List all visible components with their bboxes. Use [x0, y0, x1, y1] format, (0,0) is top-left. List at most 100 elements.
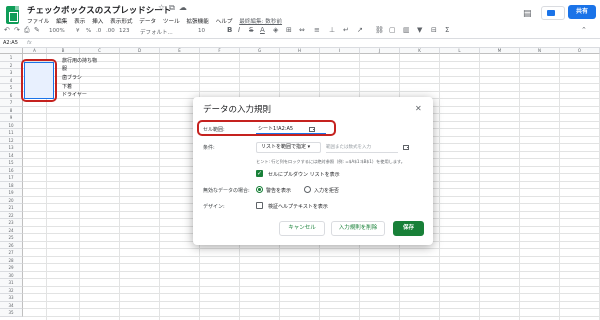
row-header-25[interactable]: 25: [0, 234, 23, 242]
row-header-23[interactable]: 23: [0, 219, 23, 227]
select-criteria-range-icon[interactable]: [403, 145, 409, 150]
redo-icon[interactable]: ↷: [14, 26, 20, 34]
column-header-e[interactable]: E: [160, 48, 200, 54]
radio-reject-input[interactable]: [304, 186, 311, 193]
row-header-20[interactable]: 20: [0, 196, 23, 204]
move-icon[interactable]: ⧉: [169, 3, 179, 12]
delete-rule-button[interactable]: 入力規則を削除: [331, 221, 385, 236]
cell-b2[interactable]: 服: [62, 65, 67, 72]
row-header-17[interactable]: 17: [0, 174, 23, 182]
row-header-14[interactable]: 14: [0, 151, 23, 159]
row-header-26[interactable]: 26: [0, 241, 23, 249]
row-header-1[interactable]: 1: [0, 54, 23, 62]
link-icon[interactable]: ⛓: [375, 26, 384, 34]
column-header-l[interactable]: L: [440, 48, 480, 54]
criteria-select[interactable]: リストを範囲で指定 ▾: [256, 142, 321, 153]
comment-history-icon[interactable]: ▤: [523, 9, 532, 19]
close-icon[interactable]: ✕: [415, 104, 422, 113]
undo-icon[interactable]: ↶: [4, 26, 10, 34]
row-header-29[interactable]: 29: [0, 264, 23, 272]
column-header-i[interactable]: I: [320, 48, 360, 54]
filter-views-icon[interactable]: ⊟: [431, 26, 437, 34]
cell-b3[interactable]: 歯ブラシ: [62, 74, 82, 81]
meet-button[interactable]: [541, 6, 565, 20]
row-header-21[interactable]: 21: [0, 204, 23, 212]
column-header-o[interactable]: O: [560, 48, 600, 54]
share-button[interactable]: 共有: [568, 5, 596, 19]
decrease-decimal-button[interactable]: .0: [96, 28, 101, 34]
row-header-16[interactable]: 16: [0, 166, 23, 174]
filter-icon[interactable]: ▼: [417, 26, 422, 34]
row-header-13[interactable]: 13: [0, 144, 23, 152]
print-icon[interactable]: ⎙: [24, 26, 30, 35]
row-header-22[interactable]: 22: [0, 211, 23, 219]
row-header-7[interactable]: 7: [0, 99, 23, 107]
radio-show-warning[interactable]: [256, 186, 263, 193]
help-text-checkbox[interactable]: [256, 202, 263, 209]
column-header-m[interactable]: M: [480, 48, 520, 54]
more-formats-button[interactable]: 123: [119, 28, 130, 34]
borders-icon[interactable]: ⊞: [286, 26, 292, 34]
row-header-3[interactable]: 3: [0, 69, 23, 77]
paint-format-icon[interactable]: ✎: [34, 26, 40, 34]
name-box[interactable]: A2:A5: [3, 40, 18, 46]
row-header-32[interactable]: 32: [0, 286, 23, 294]
horizontal-align-icon[interactable]: ≡: [314, 26, 320, 34]
row-header-15[interactable]: 15: [0, 159, 23, 167]
bold-icon[interactable]: B: [227, 26, 232, 34]
row-header-31[interactable]: 31: [0, 279, 23, 287]
row-header-8[interactable]: 8: [0, 106, 23, 114]
row-header-9[interactable]: 9: [0, 114, 23, 122]
chart-icon[interactable]: ▥: [403, 26, 410, 34]
column-header-j[interactable]: J: [360, 48, 400, 54]
column-header-c[interactable]: C: [80, 48, 120, 54]
text-rotation-icon[interactable]: ↗: [357, 26, 363, 34]
row-header-28[interactable]: 28: [0, 256, 23, 264]
row-header-30[interactable]: 30: [0, 271, 23, 279]
row-header-34[interactable]: 34: [0, 301, 23, 309]
star-icon[interactable]: ☆: [158, 3, 169, 12]
row-header-2[interactable]: 2: [0, 61, 23, 69]
comment-icon[interactable]: ▢: [389, 26, 396, 34]
row-header-12[interactable]: 12: [0, 136, 23, 144]
column-header-d[interactable]: D: [120, 48, 160, 54]
show-dropdown-checkbox[interactable]: ✓: [256, 170, 263, 177]
text-wrap-icon[interactable]: ↵: [343, 26, 349, 34]
column-header-h[interactable]: H: [280, 48, 320, 54]
cell-b5[interactable]: ドライヤー: [62, 91, 87, 98]
row-header-11[interactable]: 11: [0, 129, 23, 137]
row-header-27[interactable]: 27: [0, 249, 23, 257]
column-header-n[interactable]: N: [520, 48, 560, 54]
fill-color-icon[interactable]: ◈: [273, 26, 278, 34]
font-select[interactable]: デフォルト...: [140, 28, 173, 36]
functions-icon[interactable]: Σ: [445, 26, 449, 34]
italic-icon[interactable]: I: [238, 26, 240, 34]
row-header-10[interactable]: 10: [0, 121, 23, 129]
text-color-icon[interactable]: A: [260, 26, 265, 34]
sheets-logo-icon[interactable]: [6, 6, 19, 24]
row-header-5[interactable]: 5: [0, 84, 23, 92]
merge-cells-icon[interactable]: ⇔: [299, 26, 305, 34]
cell-b1[interactable]: 旅行用の持ち物: [62, 57, 97, 64]
document-title[interactable]: チェックボックスのスプレッドシート: [27, 4, 171, 16]
increase-decimal-button[interactable]: .00: [106, 28, 115, 34]
row-header-4[interactable]: 4: [0, 76, 23, 84]
vertical-align-icon[interactable]: ⊥: [329, 26, 335, 34]
criteria-range-input[interactable]: 範囲または数式を入力: [326, 142, 398, 153]
currency-format-button[interactable]: ¥: [76, 28, 80, 34]
column-header-a[interactable]: A: [23, 48, 47, 54]
column-header-b[interactable]: B: [47, 48, 80, 54]
strikethrough-icon[interactable]: S: [249, 26, 253, 34]
cell-b4[interactable]: 下着: [62, 83, 72, 90]
row-header-19[interactable]: 19: [0, 189, 23, 197]
row-header-24[interactable]: 24: [0, 226, 23, 234]
zoom-select[interactable]: 100%: [49, 28, 65, 34]
cancel-button[interactable]: キャンセル: [279, 221, 325, 236]
save-button[interactable]: 保存: [393, 221, 424, 236]
row-header-6[interactable]: 6: [0, 91, 23, 99]
row-header-33[interactable]: 33: [0, 294, 23, 302]
column-header-k[interactable]: K: [400, 48, 440, 54]
font-size-select[interactable]: 10: [198, 28, 205, 34]
row-header-35[interactable]: 35: [0, 309, 23, 317]
row-header-18[interactable]: 18: [0, 181, 23, 189]
